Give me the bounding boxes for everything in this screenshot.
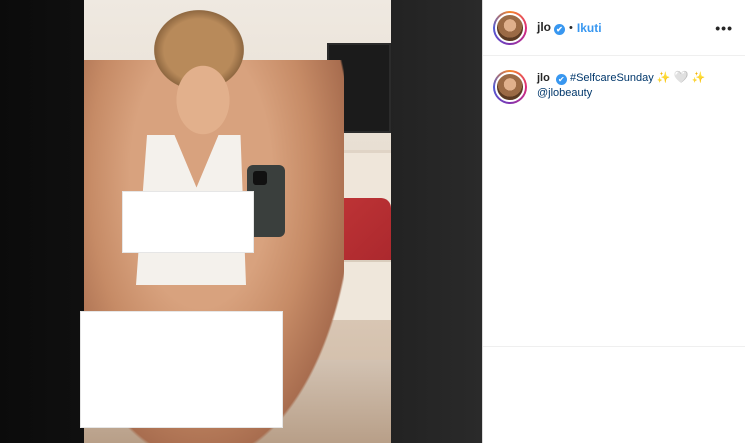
photo-face	[172, 60, 234, 140]
caption-hashtag[interactable]: #SelfcareSunday	[570, 72, 654, 84]
caption-username[interactable]: jlo	[537, 72, 550, 84]
caption-row: jlo ✔ #SelfcareSunday ✨ 🤍 ✨ @jlobeauty	[483, 56, 745, 104]
header-username[interactable]: jlo ✔	[537, 20, 565, 35]
sparkle-emoji: ✨	[656, 72, 671, 84]
caption-mention[interactable]: @jlobeauty	[537, 87, 592, 99]
censor-box-upper	[122, 191, 254, 253]
follow-button[interactable]: Ikuti	[577, 21, 602, 35]
caption-text: jlo ✔ #SelfcareSunday ✨ 🤍 ✨ @jlobeauty	[537, 70, 705, 101]
caption-avatar[interactable]	[495, 72, 525, 102]
censor-box-lower	[80, 311, 283, 428]
sparkle-emoji-2: ✨	[691, 72, 706, 84]
white-heart-emoji: 🤍	[673, 70, 689, 84]
avatar[interactable]	[495, 12, 525, 43]
phone-camera	[253, 171, 267, 185]
separator-dot: •	[569, 21, 573, 34]
post-header: jlo ✔ • Ikuti •••	[483, 0, 745, 56]
verified-badge-icon: ✔	[554, 24, 565, 35]
header-username-text[interactable]: jlo	[537, 20, 551, 34]
caption-verified-badge-icon: ✔	[555, 74, 567, 85]
more-options-icon[interactable]: •••	[715, 20, 733, 36]
panel-divider	[483, 346, 745, 347]
post-side-panel: jlo ✔ • Ikuti ••• jlo ✔ #SelfcareSunday ✨…	[482, 0, 745, 443]
avatar-ring[interactable]	[493, 10, 527, 45]
post-media[interactable]	[0, 0, 482, 443]
instagram-post-viewer: jlo ✔ • Ikuti ••• jlo ✔ #SelfcareSunday ✨…	[0, 0, 745, 443]
caption-avatar-ring[interactable]	[493, 70, 527, 104]
